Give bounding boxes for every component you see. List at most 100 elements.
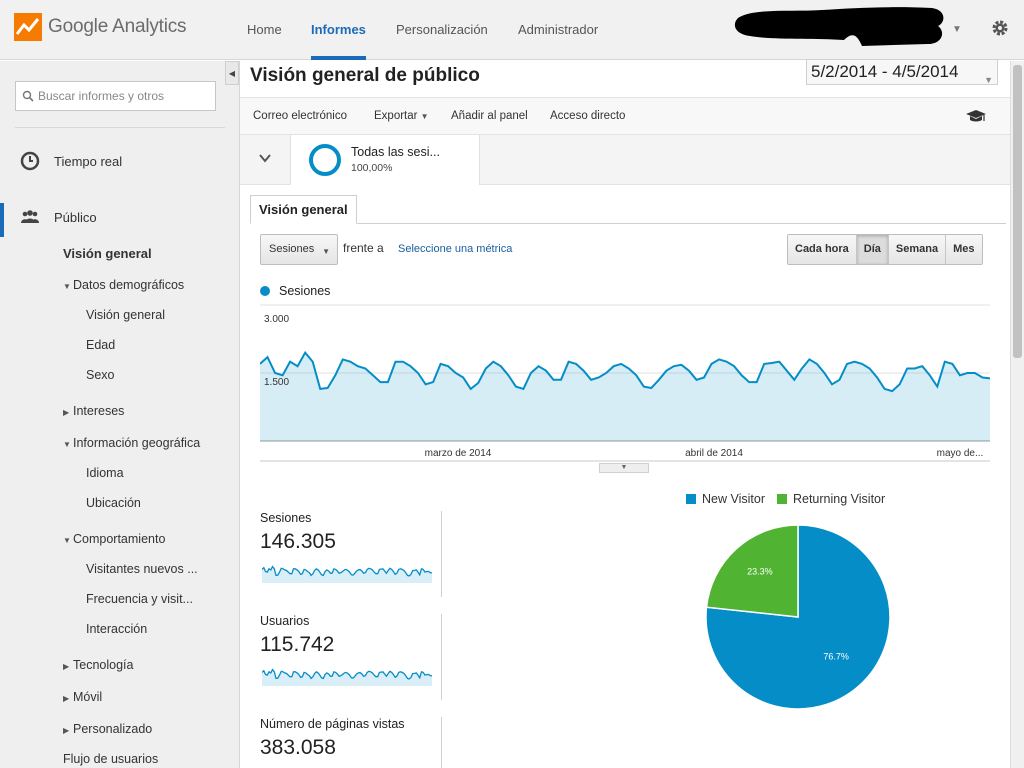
caret-right-icon: ▶ xyxy=(63,408,70,417)
y-tick-label: 1.500 xyxy=(264,377,289,388)
clock-icon xyxy=(20,151,40,171)
legend-item-returning-visitor[interactable]: Returning Visitor xyxy=(776,492,886,506)
sidebar-item-interests[interactable]: ▶ Intereses xyxy=(63,404,124,418)
legend-swatch xyxy=(260,286,270,296)
sidebar-item-geo[interactable]: ▼ Información geográfica xyxy=(63,436,200,450)
sidebar-item-realtime[interactable]: Tiempo real xyxy=(20,151,122,171)
sidebar-item-demographics[interactable]: ▼ Datos demográficos xyxy=(63,278,184,292)
sidebar-item-mobile[interactable]: ▶ Móvil xyxy=(63,690,102,704)
sidebar-item-language[interactable]: Idioma xyxy=(86,466,124,480)
scorecard-label: Usuarios xyxy=(260,614,310,628)
google-analytics-logo[interactable]: Google Analytics xyxy=(14,13,187,41)
segment-percent: 100,00% xyxy=(351,162,393,174)
select-metric-link[interactable]: Seleccione una métrica xyxy=(398,243,512,255)
sidebar: Buscar informes y otros Tiempo real Públ… xyxy=(0,61,240,768)
account-caret-icon[interactable]: ▼ xyxy=(952,24,962,35)
graduation-cap-icon[interactable] xyxy=(966,108,986,124)
legend-swatch xyxy=(686,494,696,504)
sidebar-item-technology[interactable]: ▶ Tecnología xyxy=(63,658,133,672)
legend-item-new-visitor[interactable]: New Visitor xyxy=(686,492,765,506)
caret-right-icon: ▶ xyxy=(63,726,70,735)
active-section-indicator xyxy=(0,203,4,237)
caret-down-icon: ▼ xyxy=(420,112,429,121)
account-redaction[interactable] xyxy=(732,4,948,48)
sidebar-divider xyxy=(15,127,225,128)
sidebar-label-behavior: Comportamiento xyxy=(73,532,166,546)
sidebar-item-engagement[interactable]: Interacción xyxy=(86,622,147,636)
date-range-picker[interactable]: 5/2/2014 - 4/5/2014 ▼ xyxy=(806,59,998,85)
scorecard-value: 146.305 xyxy=(260,530,336,553)
hourly-button[interactable]: Cada hora xyxy=(788,235,857,264)
scorecard-value: 115.742 xyxy=(260,633,335,656)
add-to-dashboard-button[interactable]: Añadir al panel xyxy=(451,110,528,122)
x-tick-label: abril de 2014 xyxy=(685,448,743,459)
active-nav-indicator xyxy=(311,56,366,60)
chart-legend: Sesiones xyxy=(260,284,330,298)
scrollbar-thumb[interactable] xyxy=(1013,65,1022,358)
sidebar-label-technology: Tecnología xyxy=(73,658,134,672)
chevron-down-icon[interactable] xyxy=(258,151,272,165)
versus-label: frente a xyxy=(343,241,384,255)
gear-icon[interactable] xyxy=(990,18,1010,38)
sparkline xyxy=(262,668,432,686)
x-tick-label: marzo de 2014 xyxy=(425,448,492,459)
y-tick-label: 3.000 xyxy=(264,314,289,325)
collapse-sidebar-button[interactable]: ◀ xyxy=(225,61,239,85)
caret-down-icon: ▼ xyxy=(322,247,330,256)
caret-down-icon: ▼ xyxy=(63,440,71,449)
sidebar-item-behavior[interactable]: ▼ Comportamiento xyxy=(63,532,165,546)
shortcut-button[interactable]: Acceso directo xyxy=(550,110,625,122)
search-input[interactable]: Buscar informes y otros xyxy=(15,81,216,111)
date-range-label: 5/2/2014 - 4/5/2014 xyxy=(811,62,959,81)
sparkline xyxy=(262,565,432,583)
day-button[interactable]: Día xyxy=(856,235,889,264)
time-granularity-buttons: Cada hora Día Semana Mes xyxy=(787,234,983,265)
search-icon xyxy=(22,90,34,102)
sidebar-item-overview[interactable]: Visión general xyxy=(63,246,152,261)
scorecard-pageviews[interactable]: Número de páginas vistas 383.058 xyxy=(260,717,442,768)
scorecard-sessions[interactable]: Sesiones 146.305 xyxy=(260,511,442,597)
sidebar-item-custom[interactable]: ▶ Personalizado xyxy=(63,722,152,736)
pie-slice-label: 23.3% xyxy=(747,567,773,577)
legend-swatch xyxy=(776,494,787,504)
people-icon xyxy=(21,210,39,223)
export-label: Exportar xyxy=(374,110,418,122)
sidebar-item-users-flow[interactable]: Flujo de usuarios xyxy=(63,752,158,766)
legend-label: Returning Visitor xyxy=(792,492,886,506)
scorecard-users[interactable]: Usuarios 115.742 xyxy=(260,614,442,700)
week-button[interactable]: Semana xyxy=(888,235,947,264)
sidebar-label-interests: Intereses xyxy=(73,404,125,418)
nav-customization[interactable]: Personalización xyxy=(396,22,488,37)
pie-legend: New Visitor Returning Visitor xyxy=(686,492,897,506)
caret-right-icon: ▶ xyxy=(63,662,70,671)
month-button[interactable]: Mes xyxy=(946,235,982,264)
metric-select[interactable]: Sesiones ▼ xyxy=(260,234,338,265)
segment-name: Todas las sesi... xyxy=(351,145,440,159)
segment-all-sessions[interactable]: Todas las sesi... 100,00% xyxy=(290,135,480,185)
metric-select-label: Sesiones xyxy=(269,243,315,255)
export-button[interactable]: Exportar ▼ xyxy=(374,110,429,122)
sidebar-item-location[interactable]: Ubicación xyxy=(86,496,141,510)
tab-overview[interactable]: Visión general xyxy=(250,195,357,224)
logo-text: Google Analytics xyxy=(48,16,187,37)
sidebar-label-custom: Personalizado xyxy=(73,722,153,736)
email-button[interactable]: Correo electrónico xyxy=(253,110,347,122)
visitor-type-pie-chart[interactable]: 76.7% 23.3% xyxy=(703,522,893,712)
sidebar-item-audience[interactable]: Público xyxy=(20,207,97,227)
sidebar-item-age[interactable]: Edad xyxy=(86,338,115,352)
sidebar-item-gender[interactable]: Sexo xyxy=(86,368,115,382)
sidebar-label-realtime: Tiempo real xyxy=(54,153,123,169)
vertical-scrollbar[interactable] xyxy=(1010,61,1024,768)
chevron-down-icon: ▼ xyxy=(984,75,993,85)
chart-expand-handle[interactable]: ▼ xyxy=(599,463,649,473)
sidebar-item-demo-overview[interactable]: Visión general xyxy=(86,308,165,322)
nav-reports[interactable]: Informes xyxy=(311,22,366,37)
sessions-line-chart[interactable]: 3.000 1.500 marzo de 2014 abril de 2014 mayo… xyxy=(260,299,990,469)
sidebar-item-frequency[interactable]: Frecuencia y visit... xyxy=(86,592,193,606)
report-toolbar: Correo electrónico Exportar ▼ Añadir al … xyxy=(240,97,1010,135)
sidebar-label-audience: Público xyxy=(54,209,97,225)
pie-slice-label: 76.7% xyxy=(823,651,849,661)
nav-home[interactable]: Home xyxy=(247,22,282,37)
nav-admin[interactable]: Administrador xyxy=(518,22,598,37)
sidebar-item-new-vs-returning[interactable]: Visitantes nuevos ... xyxy=(86,562,198,576)
